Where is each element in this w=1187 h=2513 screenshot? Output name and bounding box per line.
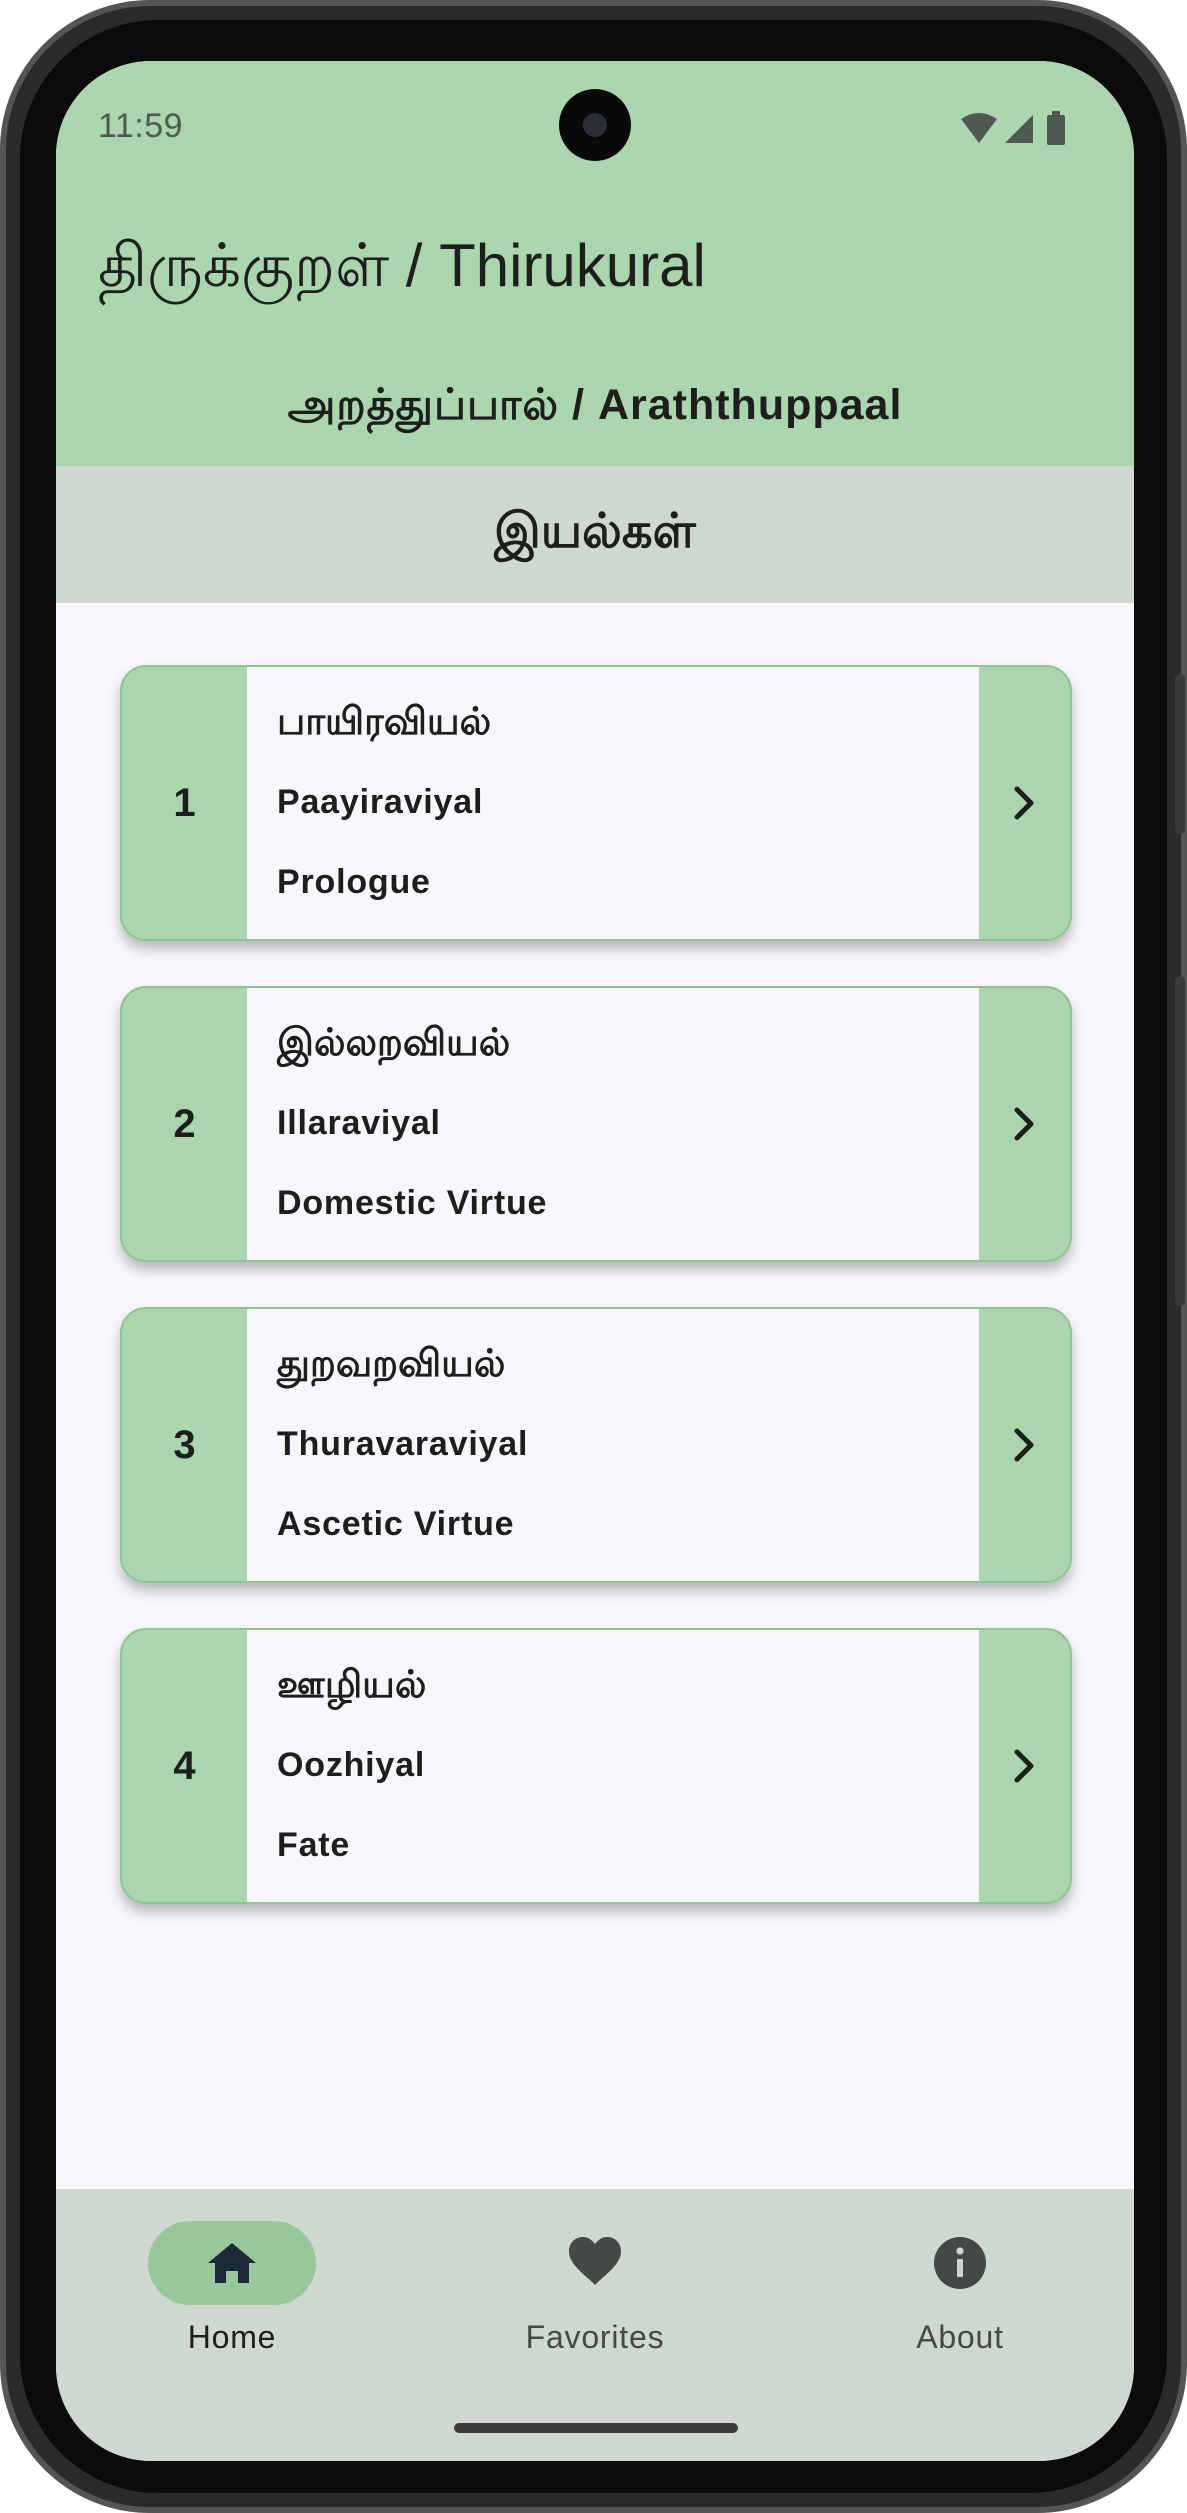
chapter-tamil-name: ஊழியல் (277, 1664, 427, 1706)
section-subtitle: அறத்துப்பால் / Araththuppaal (287, 381, 903, 429)
chevron-right-icon[interactable] (977, 1309, 1070, 1581)
chapter-card-2[interactable]: 2 இல்லறவியல் Illaraviyal Domestic Virtue (120, 986, 1072, 1262)
nav-item-about[interactable]: About (830, 2189, 1090, 2389)
chapter-card-1[interactable]: 1 பாயிரவியல் Paayiraviyal Prologue (120, 665, 1072, 941)
signal-icon (1005, 115, 1033, 143)
chapter-english-name: Prologue (277, 863, 431, 901)
app-title: திருக்குறள் / Thirukural (98, 232, 706, 299)
phone-frame: 11:59 திருக்குறள் / Thirukural அறத்துப்ப… (0, 0, 1187, 2513)
chevron-right-icon[interactable] (977, 988, 1070, 1260)
chapter-details: இல்லறவியல் Illaraviyal Domestic Virtue (247, 988, 979, 1260)
chapter-details: துறவறவியல் Thuravaraviyal Ascetic Virtue (247, 1309, 979, 1581)
nav-label-favorites: Favorites (525, 2319, 665, 2355)
nav-label-about: About (916, 2319, 1004, 2355)
chapter-number: 3 (173, 1422, 196, 1467)
chapter-tamil-name: இல்லறவியல் (277, 1022, 511, 1064)
nav-label-home: Home (187, 2319, 277, 2355)
gesture-home-indicator[interactable] (454, 2423, 738, 2433)
wifi-icon (961, 113, 997, 143)
chapter-english-name: Fate (277, 1826, 351, 1864)
home-icon (202, 2233, 262, 2293)
chapter-card-4[interactable]: 4 ஊழியல் Oozhiyal Fate (120, 1628, 1072, 1904)
chapter-number: 4 (173, 1743, 196, 1788)
info-icon (930, 2233, 990, 2293)
nav-item-favorites[interactable]: Favorites (465, 2189, 725, 2389)
chapter-details: ஊழியல் Oozhiyal Fate (247, 1630, 979, 1902)
chapter-tamil-name: துறவறவியல் (277, 1343, 506, 1385)
chapter-number: 1 (173, 780, 196, 825)
bottom-navigation: Home Favorites About (56, 2189, 1134, 2461)
status-icons (959, 111, 1069, 145)
chapter-number: 2 (173, 1101, 196, 1146)
screen: 11:59 திருக்குறள் / Thirukural அறத்துப்ப… (56, 61, 1134, 2461)
top-app-bar: 11:59 திருக்குறள் / Thirukural அறத்துப்ப… (56, 61, 1134, 466)
chapter-transliteration: Illaraviyal (277, 1104, 441, 1142)
volume-button (1175, 976, 1185, 1306)
chevron-right-icon[interactable] (977, 667, 1070, 939)
chapter-english-name: Ascetic Virtue (277, 1505, 515, 1543)
chapter-transliteration: Oozhiyal (277, 1746, 426, 1784)
chapter-card-3[interactable]: 3 துறவறவியல் Thuravaraviyal Ascetic Virt… (120, 1307, 1072, 1583)
status-time: 11:59 (98, 107, 184, 145)
section-title: இயல்கள் (494, 505, 696, 558)
power-button (1175, 674, 1185, 834)
front-camera (559, 89, 631, 161)
nav-item-home[interactable]: Home (102, 2189, 362, 2389)
heart-icon (565, 2233, 625, 2293)
chapter-english-name: Domestic Virtue (277, 1184, 548, 1222)
section-header: இயல்கள் (56, 466, 1134, 603)
chapter-details: பாயிரவியல் Paayiraviyal Prologue (247, 667, 979, 939)
chapter-transliteration: Paayiraviyal (277, 783, 484, 821)
chevron-right-icon[interactable] (977, 1630, 1070, 1902)
battery-icon (1047, 111, 1065, 145)
chapter-tamil-name: பாயிரவியல் (277, 701, 492, 743)
chapter-transliteration: Thuravaraviyal (277, 1425, 529, 1463)
